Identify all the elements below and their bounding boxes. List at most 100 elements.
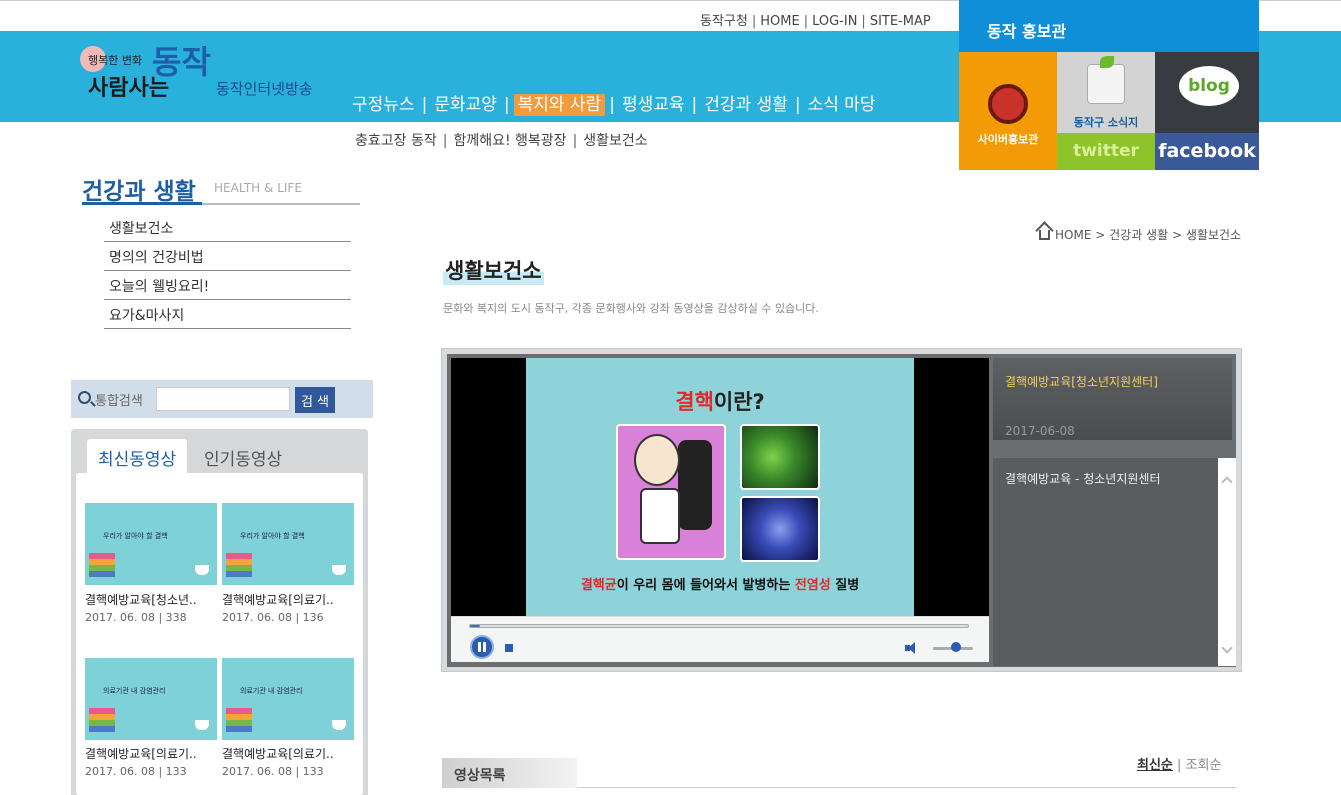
promo-panel: 동작 홍보관 사이버홍보관 동작구 소식지 blog twitter faceb… bbox=[959, 0, 1259, 170]
cartoon-illustration bbox=[616, 424, 726, 560]
description-scrollbar[interactable] bbox=[1218, 458, 1236, 666]
lnb-item-clinic[interactable]: 생활보건소 bbox=[104, 213, 351, 242]
utility-link-login[interactable]: LOG-IN bbox=[812, 14, 857, 29]
thumb-title: 우리가 알아야 할 결핵 bbox=[103, 532, 168, 540]
search-button[interactable]: 검 색 bbox=[295, 387, 335, 413]
breadcrumb-home[interactable]: HOME bbox=[1055, 228, 1091, 242]
volume-icon[interactable] bbox=[905, 642, 919, 654]
nav-item-education[interactable]: 평생교육 bbox=[619, 94, 688, 116]
sort-options: 최신순 | 조회순 bbox=[1137, 754, 1221, 773]
search-label: 통합검색 bbox=[95, 394, 143, 409]
progress-bar[interactable] bbox=[469, 624, 969, 628]
thumb-title: 의료기관 내 감염관리 bbox=[103, 687, 166, 695]
cup-icon bbox=[332, 565, 346, 575]
video-thumb[interactable]: 우리가 알아야 할 결핵 bbox=[85, 503, 217, 585]
lnb-item-doctor[interactable]: 명의의 건강비법 bbox=[104, 242, 351, 271]
main-nav: 구정뉴스 | 문화교양 | 복지와 사람 | 평생교육 | 건강과 생활 | 소식 마당 bbox=[349, 90, 879, 116]
page: 동작구청 | HOME | LOG-IN | SITE-MAP 행복한 변화 사람사는 동작… bbox=[0, 0, 1341, 795]
pause-button[interactable] bbox=[470, 635, 494, 659]
newsletter-tile[interactable]: 동작구 소식지 bbox=[1057, 52, 1155, 133]
logo-subtitle: 동작인터넷방송 bbox=[216, 80, 313, 98]
sort-latest[interactable]: 최신순 bbox=[1137, 758, 1173, 773]
video-thumb[interactable]: 의료기관 내 감염관리 bbox=[222, 658, 354, 740]
blog-icon: blog bbox=[1179, 66, 1239, 106]
sort-sep: | bbox=[1177, 758, 1182, 773]
video-thumb[interactable]: 의료기관 내 감염관리 bbox=[85, 658, 217, 740]
search-input[interactable] bbox=[156, 387, 290, 411]
subnav-item-hyo[interactable]: 충효고장 동작 bbox=[355, 133, 437, 149]
video-list-label: 영상목록 bbox=[442, 758, 577, 788]
nav-item-notice[interactable]: 소식 마당 bbox=[805, 94, 879, 116]
breadcrumb: HOME > 건강과 생활 > 생활보건소 bbox=[1039, 226, 1241, 243]
chevron-down-icon[interactable] bbox=[1221, 642, 1233, 654]
video-meta: 2017. 06. 08 | 338 bbox=[85, 611, 187, 624]
thumb-title: 의료기관 내 감염관리 bbox=[240, 687, 303, 695]
lnb-title-en: HEALTH & LIFE bbox=[214, 181, 302, 195]
volume-handle[interactable] bbox=[951, 642, 961, 652]
breadcrumb-level1[interactable]: 건강과 생활 bbox=[1109, 228, 1168, 242]
video-title[interactable]: 결핵예방교육[청소년.. bbox=[85, 591, 220, 608]
video-list-header: 영상목록 bbox=[442, 758, 1236, 788]
video-description: 결핵예방교육 - 청소년지원센터 bbox=[993, 458, 1218, 666]
search-box: 통합검색 검 색 bbox=[71, 380, 373, 418]
video-tabs-box: 최신동영상 인기동영상 우리가 알아야 할 결핵 결핵예방교육[청소년.. 20… bbox=[71, 429, 368, 795]
lnb-item-cooking[interactable]: 오늘의 웰빙요리! bbox=[104, 271, 351, 300]
video-title[interactable]: 결핵예방교육[의료기.. bbox=[222, 591, 357, 608]
video-meta: 2017. 06. 08 | 136 bbox=[222, 611, 324, 624]
twitter-tile[interactable]: twitter bbox=[1057, 133, 1155, 170]
books-icon bbox=[89, 553, 115, 577]
tab-latest-videos[interactable]: 최신동영상 bbox=[87, 439, 188, 475]
utility-link-home[interactable]: HOME bbox=[760, 14, 799, 29]
facebook-tile[interactable]: facebook bbox=[1155, 133, 1259, 170]
video-description-text: 결핵예방교육 - 청소년지원센터 bbox=[1005, 472, 1161, 486]
utility-link-dongjak[interactable]: 동작구청 bbox=[700, 14, 748, 29]
film-reel-icon bbox=[988, 84, 1028, 124]
books-icon bbox=[226, 708, 252, 732]
bacteria-image-blue bbox=[740, 496, 820, 562]
sub-nav: 충효고장 동작 | 함께해요! 행복광장 | 생활보건소 bbox=[355, 133, 648, 149]
blog-tile[interactable]: blog bbox=[1155, 52, 1259, 133]
nav-item-culture[interactable]: 문화교양 bbox=[431, 94, 500, 116]
video-info-title: 결핵예방교육[청소년지원센터] bbox=[1005, 375, 1158, 389]
newsletter-icon bbox=[1087, 64, 1125, 104]
video-list: 우리가 알아야 할 결핵 결핵예방교육[청소년.. 2017. 06. 08 |… bbox=[76, 473, 363, 795]
logo-line1: 행복한 변화 bbox=[88, 54, 143, 67]
bacteria-image-green bbox=[740, 424, 820, 490]
subnav-item-together[interactable]: 함께해요! 행복광장 bbox=[453, 133, 566, 149]
cup-icon bbox=[195, 565, 209, 575]
video-screen[interactable]: 결핵이란? 결핵균이 우리 몸에 들어와서 발병하는 전염성 질병 bbox=[451, 358, 989, 616]
leaf-icon bbox=[1100, 56, 1114, 68]
chevron-up-icon[interactable] bbox=[1221, 476, 1233, 488]
video-frame: 결핵이란? 결핵균이 우리 몸에 들어와서 발병하는 전염성 질병 bbox=[526, 358, 914, 616]
nav-item-welfare[interactable]: 복지와 사람 bbox=[513, 94, 606, 116]
nav-item-news[interactable]: 구정뉴스 bbox=[349, 94, 418, 116]
nav-item-health[interactable]: 건강과 생활 bbox=[701, 94, 791, 116]
video-meta: 2017. 06. 08 | 133 bbox=[85, 765, 187, 778]
site-logo[interactable]: 행복한 변화 사람사는 동작 동작인터넷방송 bbox=[78, 44, 318, 110]
breadcrumb-current: 생활보건소 bbox=[1185, 228, 1242, 242]
breadcrumb-sep: > bbox=[1171, 228, 1183, 242]
video-meta: 2017. 06. 08 | 133 bbox=[222, 765, 324, 778]
subnav-item-clinic[interactable]: 생활보건소 bbox=[583, 133, 647, 149]
video-player-frame: 결핵이란? 결핵균이 우리 몸에 들어와서 발병하는 전염성 질병 결핵예방교육… bbox=[441, 348, 1242, 672]
utility-link-sitemap[interactable]: SITE-MAP bbox=[870, 14, 931, 29]
video-title[interactable]: 결핵예방교육[의료기.. bbox=[222, 745, 357, 762]
lnb-item-yoga[interactable]: 요가&마사지 bbox=[104, 300, 351, 329]
lnb-title: 건강과 생활 bbox=[82, 179, 196, 205]
lnb-menu: 생활보건소 명의의 건강비법 오늘의 웰빙요리! 요가&마사지 bbox=[104, 213, 351, 329]
slide-title: 결핵이란? bbox=[675, 390, 765, 414]
video-title[interactable]: 결핵예방교육[의료기.. bbox=[85, 745, 220, 762]
cyber-promo-label: 사이버홍보관 bbox=[977, 133, 1039, 146]
stop-button[interactable] bbox=[505, 644, 513, 652]
utility-nav: 동작구청 | HOME | LOG-IN | SITE-MAP bbox=[700, 14, 931, 29]
slide-caption: 결핵균이 우리 몸에 들어와서 발병하는 전염성 질병 bbox=[580, 578, 860, 593]
cyber-promo-tile[interactable]: 사이버홍보관 bbox=[959, 52, 1057, 170]
promo-title: 동작 홍보관 bbox=[959, 0, 1259, 52]
sort-views[interactable]: 조회순 bbox=[1186, 758, 1222, 773]
breadcrumb-sep: > bbox=[1095, 228, 1106, 242]
cup-icon bbox=[332, 720, 346, 730]
player-controls bbox=[451, 616, 989, 662]
video-thumb[interactable]: 우리가 알아야 할 결핵 bbox=[222, 503, 354, 585]
tab-popular-videos[interactable]: 인기동영상 bbox=[193, 439, 293, 475]
video-info-date: 2017-06-08 bbox=[1005, 424, 1075, 438]
